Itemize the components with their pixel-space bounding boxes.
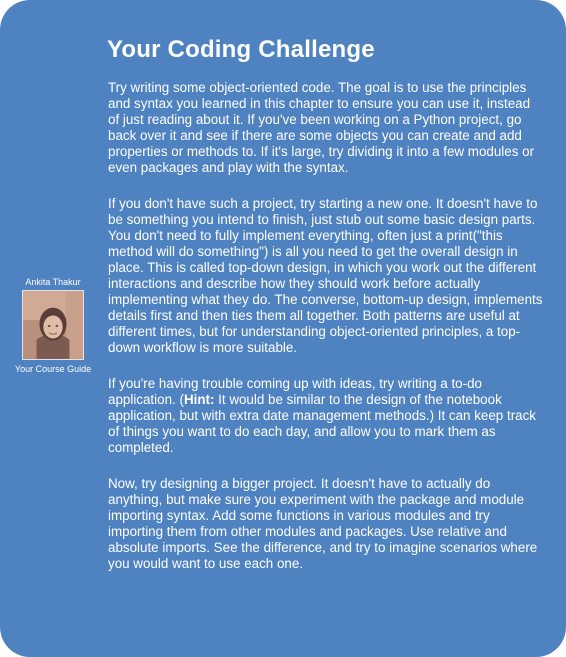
- hint-label: Hint:: [183, 392, 215, 407]
- course-guide: Ankita Thakur Your Course Guide: [8, 277, 98, 374]
- paragraph-2: If you don't have such a project, try st…: [108, 196, 543, 355]
- paragraph-1: Try writing some object-oriented code. T…: [108, 80, 535, 175]
- challenge-body: Try writing some object-oriented code. T…: [108, 80, 544, 572]
- page-title: Your Coding Challenge: [107, 36, 375, 63]
- paragraph-4: Now, try designing a bigger project. It …: [108, 476, 538, 571]
- guide-avatar: [22, 290, 84, 360]
- challenge-card: Your Coding Challenge Ankita Thakur Your…: [0, 0, 566, 657]
- paragraph-3: If you're having trouble coming up with …: [108, 376, 544, 456]
- guide-role: Your Course Guide: [14, 364, 92, 374]
- guide-name: Ankita Thakur: [25, 277, 81, 287]
